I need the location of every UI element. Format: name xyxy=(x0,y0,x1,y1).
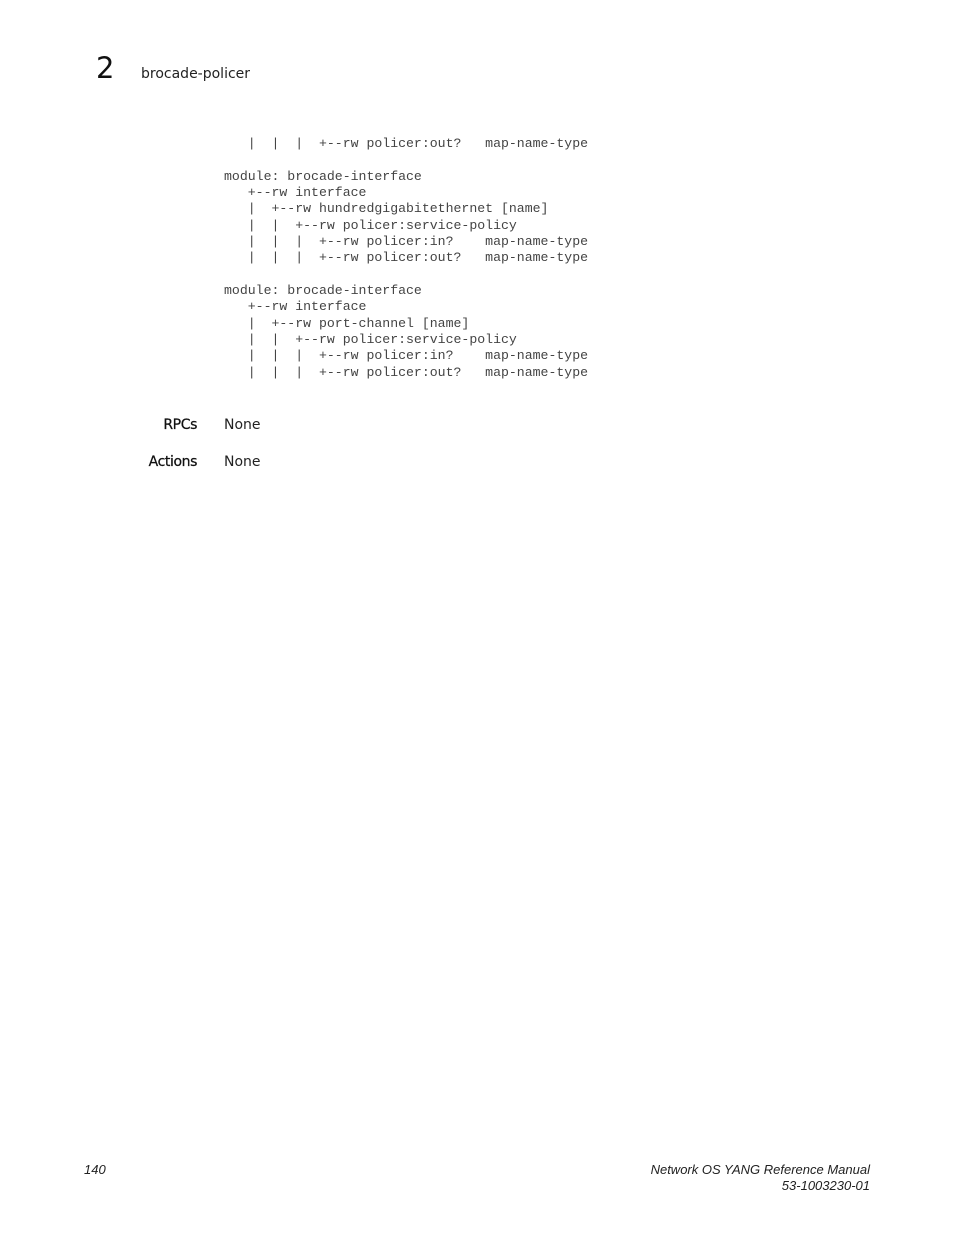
doc-number: 53-1003230-01 xyxy=(781,1178,870,1193)
yang-tree-code-block: | | | +--rw policer:out? map-name-type mo… xyxy=(224,136,588,381)
manual-title: Network OS YANG Reference Manual xyxy=(650,1162,870,1177)
code-line: | | +--rw policer:service-policy xyxy=(224,332,517,348)
code-line: | +--rw port-channel [name] xyxy=(224,315,470,331)
footer-doc-info: Network OS YANG Reference Manual 53-1003… xyxy=(651,1162,870,1194)
code-line: | +--rw hundredgigabitethernet [name] xyxy=(224,201,549,217)
code-line: | | | +--rw policer:out? map-name-type xyxy=(224,250,589,266)
page-number: 140 xyxy=(84,1162,106,1177)
code-line: | | | +--rw policer:in? map-name-type xyxy=(224,348,589,364)
rpcs-value: None xyxy=(224,417,261,433)
chapter-number: 2 xyxy=(96,51,115,85)
actions-value: None xyxy=(224,454,261,470)
code-line: | | | +--rw policer:out? map-name-type xyxy=(224,136,589,151)
code-line: | | | +--rw policer:in? map-name-type xyxy=(224,234,589,250)
code-line: | | | +--rw policer:out? map-name-type xyxy=(224,364,589,380)
chapter-title: brocade-policer xyxy=(141,66,251,82)
actions-label: Actions xyxy=(148,454,198,470)
code-line: +--rw interface xyxy=(224,299,367,315)
code-line: module: brocade-interface xyxy=(224,168,422,184)
code-line: | | +--rw policer:service-policy xyxy=(224,217,517,233)
code-line: module: brocade-interface xyxy=(224,283,422,299)
code-line: +--rw interface xyxy=(224,185,367,201)
rpcs-label: RPCs xyxy=(163,417,197,433)
